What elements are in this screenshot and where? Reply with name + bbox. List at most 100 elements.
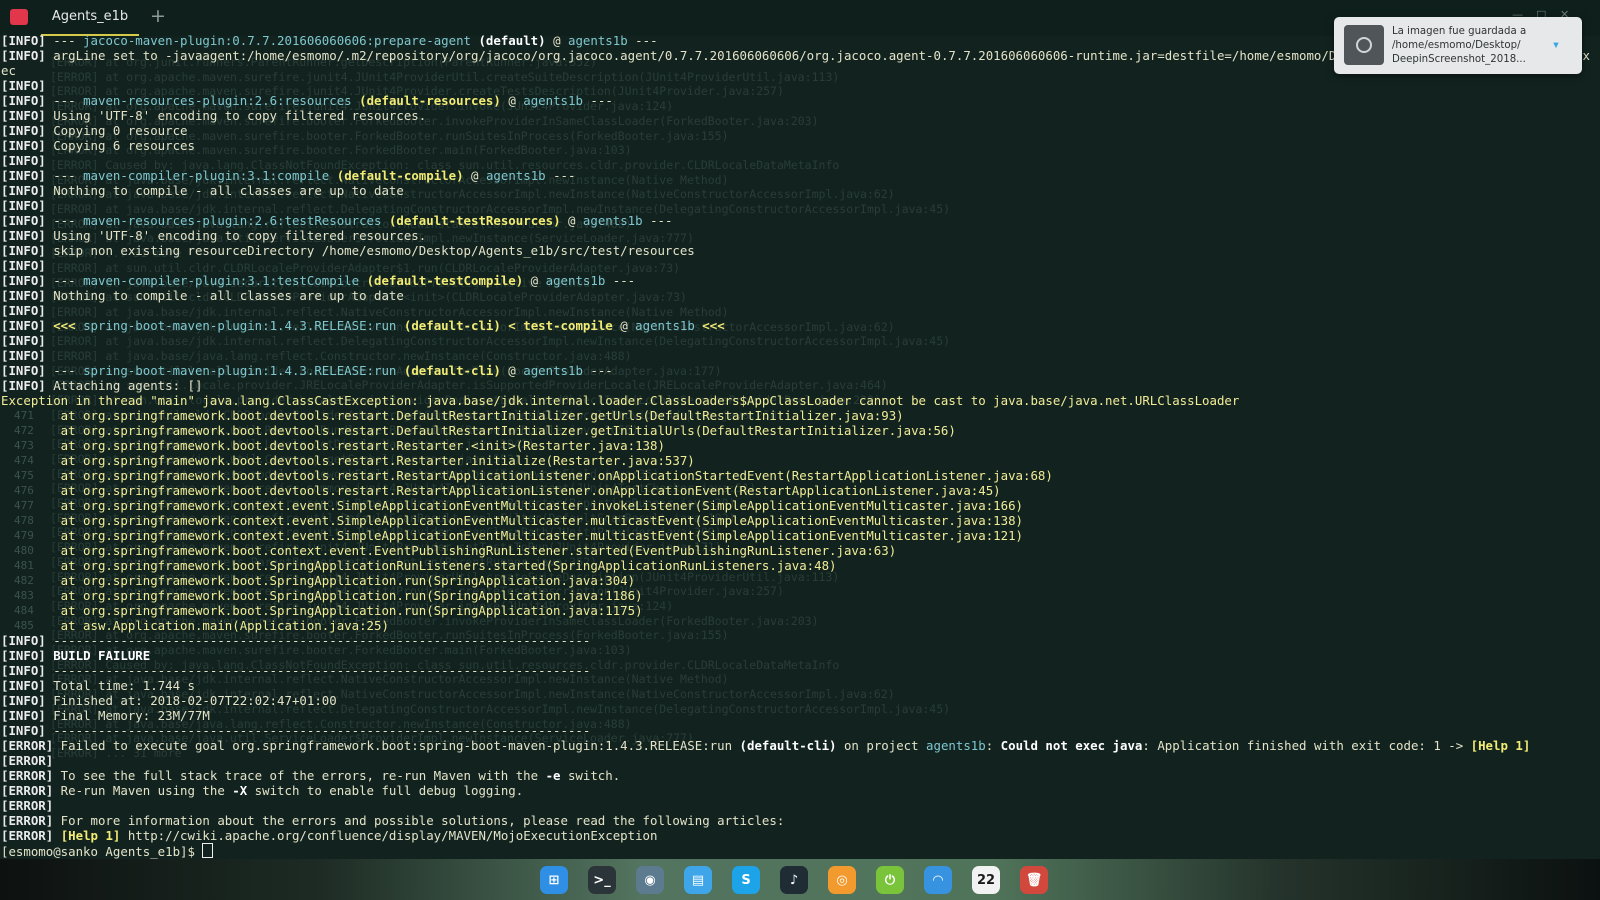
terminal-line: [ERROR] Re-run Maven using the -X switch…: [1, 783, 1590, 798]
terminal-text: Nothing to compile - all classes are up …: [45, 288, 404, 303]
terminal-text: at asw.Application.main(Application.java…: [1, 618, 389, 633]
terminal-line: at asw.Application.main(Application.java…: [1, 618, 1590, 633]
terminal-line: at org.springframework.boot.SpringApplic…: [1, 558, 1590, 573]
terminal-text: Copying 6 resources: [45, 138, 195, 153]
terminal-text: ---: [45, 363, 84, 378]
terminal-line: [INFO] Copying 6 resources: [1, 138, 1590, 153]
terminal-text: @: [500, 93, 524, 108]
terminal-text: [INFO]: [1, 168, 46, 183]
terminal-text: ---: [45, 213, 84, 228]
terminal-text: Total time: 1.744 s: [45, 678, 195, 693]
terminal-line: [INFO]: [1, 153, 1590, 168]
terminal-line: Exception in thread "main" java.lang.Cla…: [1, 393, 1590, 408]
power-icon[interactable]: ⏻: [871, 861, 909, 899]
terminal-line: [ERROR] [Help 1] http://cwiki.apache.org…: [1, 828, 1590, 843]
terminal-text: <: [500, 318, 524, 333]
terminal-line: [INFO] Using 'UTF-8' encoding to copy fi…: [1, 108, 1590, 123]
terminal-text: [INFO]: [1, 663, 46, 678]
terminal-icon[interactable]: >_: [583, 861, 621, 899]
terminal-text: ---: [45, 168, 84, 183]
launcher-icon[interactable]: ⊞: [535, 861, 573, 899]
text-cursor: [202, 843, 214, 858]
terminal-text: [INFO]: [1, 723, 46, 738]
skype-icon[interactable]: S: [727, 861, 765, 899]
terminal-output[interactable]: [ERROR] at org.junit.runners.ParentRunne…: [0, 33, 1600, 859]
terminal-text: spring-boot-maven-plugin:1.4.3.RELEASE:r…: [83, 363, 397, 378]
terminal-text: agents1b: [485, 168, 546, 183]
terminal-text: at org.springframework.boot.devtools.res…: [1, 468, 1053, 483]
terminal-text: [INFO]: [1, 243, 46, 258]
terminal-text: [INFO]: [1, 708, 46, 723]
terminal-text: @: [612, 318, 636, 333]
chrome-icon[interactable]: ◉: [631, 861, 669, 899]
terminal-text: at org.springframework.context.event.Sim…: [1, 513, 1023, 528]
terminal-line: [INFO] Attaching agents: []: [1, 378, 1590, 393]
terminal-text: [INFO]: [1, 288, 46, 303]
terminal-line: at org.springframework.boot.devtools.res…: [1, 453, 1590, 468]
terminal-text: [INFO]: [1, 378, 46, 393]
terminal-text: <<<: [45, 318, 84, 333]
terminal-line: at org.springframework.boot.devtools.res…: [1, 468, 1590, 483]
terminal-text: ----------------------------------------…: [45, 633, 591, 648]
new-tab-button[interactable]: +: [150, 5, 166, 27]
terminal-text: at org.springframework.boot.devtools.res…: [1, 423, 956, 438]
terminal-line: [INFO] <<< spring-boot-maven-plugin:1.4.…: [1, 318, 1590, 333]
terminal-line: [ERROR] Failed to execute goal org.sprin…: [1, 738, 1590, 753]
dock-glyph: S: [732, 866, 760, 894]
screenshot-notification[interactable]: La imagen fue guardada a /home/esmomo/De…: [1334, 17, 1582, 74]
chevron-down-icon[interactable]: ▾: [1546, 38, 1566, 52]
trash-icon[interactable]: 🗑: [1015, 861, 1053, 899]
terminal-text: Copying 0 resource: [45, 123, 188, 138]
terminal-text: [INFO]: [1, 258, 46, 273]
terminal-line: [INFO] ---------------------------------…: [1, 723, 1590, 738]
tab-agents-e1b[interactable]: Agents_e1b: [41, 0, 139, 36]
clock-icon[interactable]: 22: [967, 861, 1005, 899]
terminal-text: (default-cli): [739, 738, 837, 753]
terminal-text: [Help 1]: [60, 828, 121, 843]
terminal-text: [INFO]: [1, 648, 46, 663]
dock-glyph: 22: [972, 866, 1000, 894]
terminal-text: [ERROR]: [1, 738, 54, 753]
terminal-line: [INFO] --- maven-resources-plugin:2.6:te…: [1, 213, 1590, 228]
terminal-line: at org.springframework.boot.devtools.res…: [1, 423, 1590, 438]
terminal-text: ---: [545, 168, 576, 183]
terminal-text: maven-resources-plugin:2.6:resources: [83, 93, 352, 108]
dock-glyph: ◉: [636, 866, 664, 894]
terminal-text: -X: [232, 783, 248, 798]
terminal-text: agents1b: [926, 738, 986, 753]
music-icon[interactable]: ♪: [775, 861, 813, 899]
terminal-text: ---: [605, 273, 636, 288]
terminal-line: at org.springframework.boot.devtools.res…: [1, 408, 1590, 423]
terminal-text: Using 'UTF-8' encoding to copy filtered …: [45, 108, 427, 123]
shell-prompt: [esmomo@sanko Agents_e1b]$: [1, 844, 203, 859]
terminal-text: @: [545, 33, 568, 48]
terminal-line: [INFO] ---------------------------------…: [1, 663, 1590, 678]
terminal-text: :: [985, 738, 1001, 753]
terminal-line: [INFO] ---------------------------------…: [1, 633, 1590, 648]
terminal-text: [INFO]: [1, 333, 46, 348]
prompt-line[interactable]: [esmomo@sanko Agents_e1b]$: [1, 843, 1590, 859]
terminal-text: [ERROR]: [1, 753, 54, 768]
terminal-line: [INFO] Nothing to compile - all classes …: [1, 183, 1590, 198]
terminal-app-icon[interactable]: terminal-icon: [10, 9, 28, 25]
files-icon[interactable]: ▤: [679, 861, 717, 899]
terminal-text: [INFO]: [1, 33, 46, 48]
terminal-line: at org.springframework.boot.SpringApplic…: [1, 588, 1590, 603]
terminal-text: [INFO]: [1, 78, 46, 93]
dock-glyph: 🗑: [1020, 866, 1048, 894]
terminal-line: [INFO] Using 'UTF-8' encoding to copy fi…: [1, 228, 1590, 243]
terminal-text: [INFO]: [1, 93, 46, 108]
terminal-text: [INFO]: [1, 123, 46, 138]
wifi-icon[interactable]: ◠: [919, 861, 957, 899]
terminal-line: [INFO] --- maven-resources-plugin:2.6:re…: [1, 93, 1590, 108]
terminal-text: [INFO]: [1, 108, 46, 123]
terminal-text: at org.springframework.boot.SpringApplic…: [1, 573, 636, 588]
terminal-text: ---: [582, 363, 613, 378]
deepin-store-icon[interactable]: ◎: [823, 861, 861, 899]
terminal-text: Attaching agents: []: [45, 378, 203, 393]
terminal-text: [ERROR]: [1, 783, 54, 798]
